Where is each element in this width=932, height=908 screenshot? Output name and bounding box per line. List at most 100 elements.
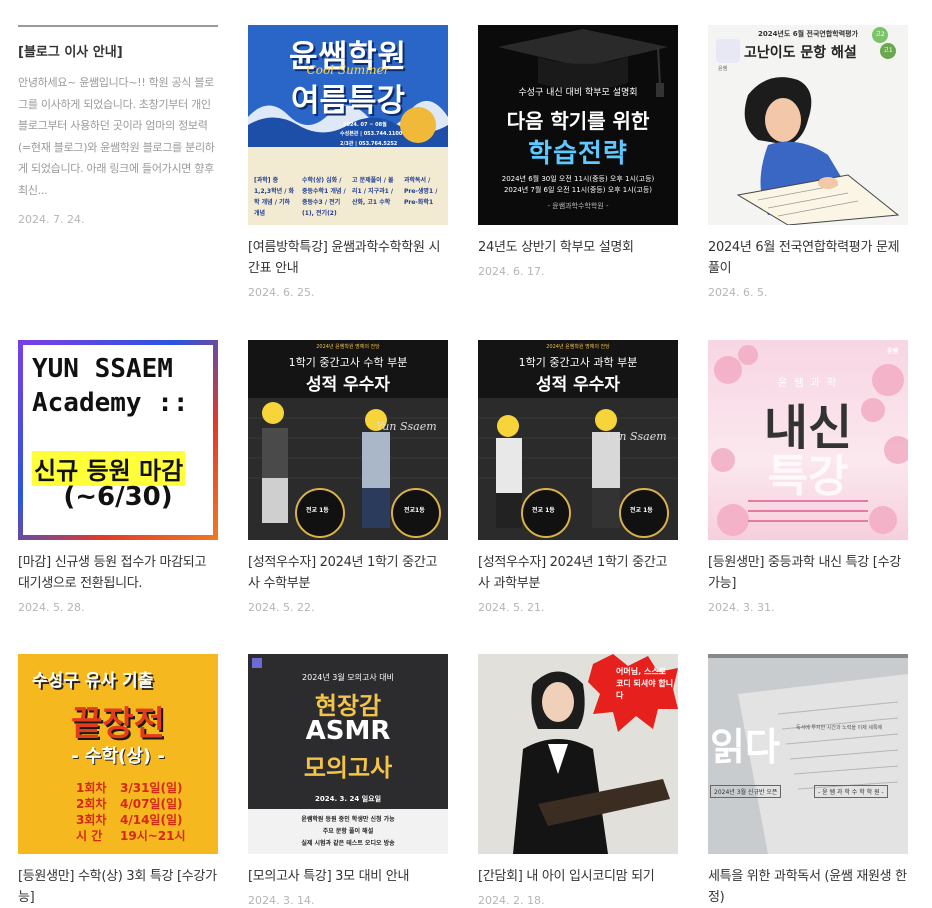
badge-2: 고1 <box>880 43 896 59</box>
post-excerpt: 안녕하세요~ 윤쌤입니다~!! 학원 공식 블로그를 이사하게 되었습니다. 초… <box>18 76 215 197</box>
thumb-top: 수성구 유사 기출 <box>32 671 154 691</box>
post-title[interactable]: [여름방학특강] 윤쌤과학수학학원 시간표 안내 <box>248 237 448 279</box>
thumb-phone1: 수성본관 | 053.744.1100 <box>340 131 403 137</box>
post-title[interactable]: [등원생만] 수학(상) 3회 특강 [수강가능] <box>18 866 218 908</box>
thumb-l2: ASMR <box>305 716 391 746</box>
post-thumbnail[interactable]: 어머님, 스스로 코디 되셔야 합니다 <box>478 654 678 854</box>
post-date: 2024. 6. 17. <box>478 265 545 278</box>
round2-date: 4/07일(일) <box>120 797 183 811</box>
round2-label: 2회차 <box>76 797 107 811</box>
post-date: 2024. 7. 24. <box>18 213 85 226</box>
thumb-medal2: 전교1등 <box>404 507 425 514</box>
post-title[interactable]: [성적우수자] 2024년 1학기 중간고사 수학부분 <box>248 552 448 594</box>
thumb-wall: Yun Ssaem <box>376 420 437 433</box>
thumb-line2: 학습전략 <box>528 139 628 169</box>
thumb-l4: (~6/30) <box>63 482 173 512</box>
time-label: 시 간 <box>76 829 103 843</box>
post-card[interactable]: YUN SSAEM Academy :: 신규 등원 마감 (~6/30) [마… <box>18 340 218 614</box>
post-thumbnail[interactable]: 수성구 내신 대비 학부모 설명회 다음 학기를 위한 학습전략 2024년 6… <box>478 25 678 225</box>
post-title[interactable]: 2024년 6월 전국연합학력평가 문제풀이 <box>708 237 908 279</box>
post-title[interactable]: [간담회] 내 아이 입시코디맘 되기 <box>478 866 678 887</box>
post-card[interactable]: 윤쌤학원 Cool Summer 여름특강 2024. 07 ~ 08월 수성본… <box>248 25 448 299</box>
thumb-big: 읽다 <box>710 725 780 769</box>
thumb-main: 끝장전 <box>71 704 165 744</box>
thumb-b1: 윤쌤학원 등원 중인 학생만 신청 가능 <box>301 816 395 823</box>
post-date: 2024. 3. 14. <box>248 894 315 907</box>
post-date: 2024. 6. 5. <box>708 286 768 299</box>
post-card[interactable]: 2024년 윤쌤학원 명예의 전당 1학기 중간고사 과학 부분 성적 우수자 … <box>478 340 678 614</box>
time-value: 19시~21시 <box>120 829 186 843</box>
logo-icon <box>716 39 740 63</box>
post-title[interactable]: [모의고사 특강] 3모 대비 안내 <box>248 866 448 887</box>
thumb-l2: 특강 <box>767 451 849 502</box>
thumb-label2: - 윤 쌤 과 학 수 학 학 원 - <box>814 785 888 798</box>
post-title[interactable]: 세특을 위한 과학독서 (윤쌤 재원생 한정) <box>708 866 908 908</box>
thumb-date1: 2024년 6월 30일 오전 11시(중등) 오후 1시(고등) <box>501 175 655 183</box>
thumb-line1: 다음 학기를 위한 <box>506 109 650 133</box>
round3-label: 3회차 <box>76 813 107 827</box>
post-thumbnail[interactable]: 읽다 독서에 투자한 시간과 노력을 이제 세특에 2024년 3월 신규반 오… <box>708 654 908 854</box>
students-photo <box>478 398 678 540</box>
post-date: 2024. 5. 22. <box>248 601 315 614</box>
post-date: 2024. 3. 31. <box>708 601 775 614</box>
thumb-top: 2024년 윤쌤학원 명예의 전당 <box>546 344 610 350</box>
thumb-l2: 성적 우수자 <box>305 375 391 395</box>
post-thumbnail[interactable]: 2024년도 6월 전국연합학력평가 윤쌤 고난이도 문항 해설 고2 고1 <box>708 25 908 225</box>
thumb-sub: 윤 쌤 과 학 <box>777 378 839 389</box>
divider <box>18 25 218 27</box>
post-card[interactable]: 수성구 유사 기출 끝장전 - 수학(상) - 1회차 3/31일(일) 2회차… <box>18 654 218 908</box>
post-date: 2024. 5. 28. <box>18 601 85 614</box>
round1-date: 3/31일(일) <box>120 781 183 795</box>
thumb-top: 2024년 3월 모의고사 대비 <box>302 673 394 682</box>
post-thumbnail[interactable]: 윤쌤 윤 쌤 과 학 내신 특강 <box>708 340 908 540</box>
post-card[interactable]: 읽다 독서에 투자한 시간과 노력을 이제 세특에 2024년 3월 신규반 오… <box>708 654 908 908</box>
post-title[interactable]: [블로그 이사 안내] <box>18 41 218 60</box>
thumb-date2: 2024년 7월 6일 오전 11시(중등) 오후 1시(고등) <box>503 186 653 194</box>
divider <box>748 520 868 522</box>
thumb-phone2: 2/3관 | 053.764.5252 <box>340 141 398 147</box>
divider <box>748 510 868 512</box>
round3-date: 4/14일(일) <box>120 813 183 827</box>
thumb-wall: Yun Ssaem <box>606 430 667 443</box>
thumb-l3: 신규 등원 마감 <box>32 451 186 486</box>
post-thumbnail[interactable]: 수성구 유사 기출 끝장전 - 수학(상) - 1회차 3/31일(일) 2회차… <box>18 654 218 854</box>
post-thumbnail[interactable]: 2024년 윤쌤학원 명예의 전당 1학기 중간고사 수학 부분 성적 우수자 … <box>248 340 448 540</box>
post-thumbnail[interactable]: 2024년 3월 모의고사 대비 현장감 ASMR 모의고사 2024. 3. … <box>248 654 448 854</box>
post-card[interactable]: [블로그 이사 안내] 안녕하세요~ 윤쌤입니다~!! 학원 공식 블로그를 이… <box>18 25 218 226</box>
thumb-sub: 수성구 내신 대비 학부모 설명회 <box>518 88 638 98</box>
post-thumbnail[interactable]: 2024년 윤쌤학원 명예의 전당 1학기 중간고사 과학 부분 성적 우수자 … <box>478 340 678 540</box>
thumb-medal2: 전교 1등 <box>630 507 653 514</box>
thumb-l2: 성적 우수자 <box>535 375 621 395</box>
post-title[interactable]: [성적우수자] 2024년 1학기 중간고사 과학부분 <box>478 552 678 594</box>
post-card[interactable]: 2024년도 6월 전국연합학력평가 윤쌤 고난이도 문항 해설 고2 고1 2… <box>708 25 908 299</box>
post-date: 2024. 6. 25. <box>248 286 315 299</box>
thumb-dates: 2024. 07 ~ 08월 <box>343 122 387 128</box>
thumb-medal1: 전교 1등 <box>306 507 329 514</box>
thumb-l2: Academy :: <box>32 388 189 418</box>
post-card[interactable]: 어머님, 스스로 코디 되셔야 합니다 [간담회] 내 아이 입시코디맘 되기 … <box>478 654 678 907</box>
post-thumbnail[interactable]: 윤쌤학원 Cool Summer 여름특강 2024. 07 ~ 08월 수성본… <box>248 25 448 225</box>
thumb-line2: 여름특강 <box>290 83 406 119</box>
post-title[interactable]: [등원생만] 중등과학 내신 특강 [수강가능] <box>708 552 908 594</box>
post-date: 2024. 5. 21. <box>478 601 545 614</box>
thumb-logo: 윤쌤 <box>886 348 898 355</box>
post-card[interactable]: 2024년 윤쌤학원 명예의 전당 1학기 중간고사 수학 부분 성적 우수자 … <box>248 340 448 614</box>
thumb-b2: 주요 문항 풀이 해설 <box>322 828 374 835</box>
thumb-col4: 과학독서 / Pre-생명1 / Pre-화학1 <box>404 177 438 206</box>
post-date: 2024. 2. 18. <box>478 894 545 907</box>
thumb-col2: 수학(상) 심화 / 중등수학1 개념 / 중등수3 / 전기(1), 전기(2… <box>302 177 346 217</box>
post-title[interactable]: [마감] 신규생 등원 접수가 마감되고 대기생으로 전환됩니다. <box>18 552 218 594</box>
thumb-col3: 고 문제풀이 / 물리1 / 지구과1 / 산화, 고1 수학 <box>352 177 394 206</box>
post-card[interactable]: 2024년 3월 모의고사 대비 현장감 ASMR 모의고사 2024. 3. … <box>248 654 448 907</box>
post-thumbnail[interactable]: YUN SSAEM Academy :: 신규 등원 마감 (~6/30) <box>18 340 218 540</box>
round1-label: 1회차 <box>76 781 107 795</box>
thumb-sub: - 수학(상) - <box>71 746 165 767</box>
post-title[interactable]: 24년도 상반기 학부모 설명회 <box>478 237 678 258</box>
thumb-l1: YUN SSAEM <box>32 354 173 384</box>
post-card[interactable]: 윤쌤 윤 쌤 과 학 내신 특강 [등원생만] 중등과학 내신 특강 [수강가능… <box>708 340 908 614</box>
student-writing-illustration <box>736 77 900 225</box>
thumb-main: 고난이도 문항 해설 <box>744 45 857 61</box>
thumb-col1: [과학] 중1,2,3학년 / 화학 개념 / 기하 개념 <box>254 177 295 217</box>
post-card[interactable]: 수성구 내신 대비 학부모 설명회 다음 학기를 위한 학습전략 2024년 6… <box>478 25 678 278</box>
thumb-l1: 1학기 중간고사 수학 부분 <box>288 356 408 369</box>
